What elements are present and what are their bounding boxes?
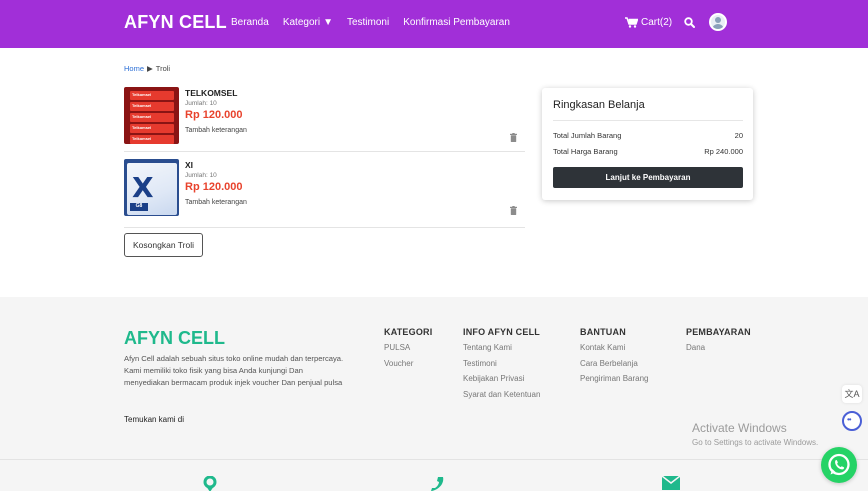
product-thumbnail-telkomsel[interactable]: Telkomsel Telkomsel Telkomsel Telkomsel … (124, 87, 179, 144)
footer-divider (0, 459, 868, 460)
footer-column-title: BANTUAN (580, 327, 626, 337)
thumbnail-card-label: Telkomsel (130, 124, 174, 133)
navbar: AFYN CELL Beranda Kategori ▼ Testimoni Ko… (0, 0, 868, 48)
footer-column-bantuan: BANTUAN Kontak Kami Cara Berbelanja Peng… (580, 327, 648, 390)
watermark-title: Activate Windows (692, 421, 787, 435)
footer-link-testimoni[interactable]: Testimoni (463, 359, 540, 375)
product-thumbnail-xl[interactable]: X G8 (124, 159, 179, 216)
thumbnail-logo: X (132, 171, 154, 204)
breadcrumb-current: Troli (155, 64, 171, 73)
item-quantity: Jumlah: 10 (185, 172, 217, 179)
breadcrumb-home[interactable]: Home (124, 64, 144, 73)
empty-cart-button[interactable]: Kosongkan Troli (124, 233, 203, 257)
cart-item: Telkomsel Telkomsel Telkomsel Telkomsel … (124, 86, 525, 152)
nav-link-konfirmasi-pembayaran[interactable]: Konfirmasi Pembayaran (403, 17, 510, 28)
nav-link-kategori-label: Kategori (282, 17, 321, 28)
nav-link-kategori[interactable]: Kategori ▼ (283, 17, 333, 28)
item-price: Rp 120.000 (185, 109, 243, 121)
nav-link-beranda[interactable]: Beranda (231, 17, 269, 28)
footer-column-kategori: KATEGORI PULSA Voucher (384, 327, 432, 374)
footer-brand: AFYN CELL (124, 328, 225, 348)
footer-link-kontak-kami[interactable]: Kontak Kami (580, 343, 648, 359)
summary-title: Ringkasan Belanja (553, 99, 645, 111)
thumbnail-card-label: Telkomsel (130, 91, 174, 100)
footer-description: Afyn Cell adalah sebuah situs toko onlin… (124, 354, 344, 388)
footer: AFYN CELL Afyn Cell adalah sebuah situs … (0, 297, 868, 491)
footer-link-kebijakan-privasi[interactable]: Kebijakan Privasi (463, 374, 540, 390)
footer-column-info: INFO AFYN CELL Tentang Kami Testimoni Ke… (463, 327, 540, 405)
nav-link-testimoni[interactable]: Testimoni (347, 17, 389, 28)
footer-find-us: Temukan kami di (124, 415, 185, 424)
footer-link-cara-berbelanja[interactable]: Cara Berbelanja (580, 359, 648, 375)
item-quantity: Jumlah: 10 (185, 100, 217, 107)
breadcrumb-separator-icon: ▶ (147, 64, 153, 73)
footer-link-pengiriman-barang[interactable]: Pengiriman Barang (580, 374, 648, 390)
location-pin-icon (203, 476, 217, 491)
whatsapp-button[interactable] (821, 447, 857, 483)
translate-icon[interactable]: 文A (842, 385, 862, 403)
summary-row-label: Total Jumlah Barang (553, 131, 622, 140)
windows-activation-watermark: Activate Windows Go to Settings to activ… (692, 421, 818, 447)
thumbnail-badge: G8 (130, 203, 148, 211)
phone-icon (431, 477, 444, 491)
mail-icon (662, 476, 680, 490)
watermark-subtitle: Go to Settings to activate Windows. (692, 438, 819, 447)
add-note-link[interactable]: Tambah keterangan (185, 199, 247, 206)
add-note-link[interactable]: Tambah keterangan (185, 127, 247, 134)
cart-button[interactable]: Cart(2) (625, 17, 672, 28)
cart-item: X G8 XI Jumlah: 10 Rp 120.000 Tambah ket… (124, 158, 525, 228)
order-summary-card: Ringkasan Belanja Total Jumlah Barang 20… (542, 88, 753, 200)
cart-label: Cart(2) (641, 16, 673, 28)
trash-icon[interactable] (510, 133, 517, 142)
summary-row-total-qty: Total Jumlah Barang 20 (553, 131, 743, 140)
footer-link-tentang-kami[interactable]: Tentang Kami (463, 343, 540, 359)
chevron-down-icon: ▼ (323, 17, 333, 28)
footer-column-title: KATEGORI (384, 327, 433, 337)
summary-row-value: Rp 240.000 (704, 147, 743, 156)
summary-row-total-price: Total Harga Barang Rp 240.000 (553, 147, 743, 156)
item-name: TELKOMSEL (185, 88, 238, 98)
item-price: Rp 120.000 (185, 181, 243, 193)
search-icon[interactable] (684, 16, 696, 28)
summary-row-value: 20 (734, 131, 743, 140)
summary-divider (553, 120, 743, 121)
thumbnail-card-label: Telkomsel (130, 113, 174, 122)
whatsapp-icon (828, 453, 850, 476)
footer-link-voucher[interactable]: Voucher (384, 359, 432, 375)
nav-right: Cart(2) (625, 13, 728, 31)
footer-link-syarat-ketentuan[interactable]: Syarat dan Ketentuan (463, 390, 540, 406)
footer-column-title: PEMBAYARAN (686, 327, 751, 337)
trash-icon[interactable] (510, 206, 517, 215)
thumbnail-card-label: Telkomsel (130, 135, 174, 144)
footer-column-title: INFO AFYN CELL (463, 327, 540, 337)
assistant-icon[interactable] (842, 411, 862, 431)
breadcrumb: Home ▶ Troli (124, 64, 170, 73)
footer-link-pulsa[interactable]: PULSA (384, 343, 432, 359)
thumbnail-card-label: Telkomsel (130, 102, 174, 111)
footer-column-pembayaran: PEMBAYARAN Dana (686, 327, 751, 359)
nav-links: Beranda Kategori ▼ Testimoni Konfirmasi P… (231, 17, 510, 28)
summary-row-label: Total Harga Barang (553, 147, 618, 156)
cart-icon (625, 16, 638, 28)
checkout-button[interactable]: Lanjut ke Pembayaran (553, 167, 743, 188)
item-name: XI (185, 160, 194, 170)
footer-link-dana[interactable]: Dana (686, 343, 751, 359)
avatar[interactable] (709, 13, 728, 31)
brand-logo[interactable]: AFYN CELL (124, 12, 227, 33)
